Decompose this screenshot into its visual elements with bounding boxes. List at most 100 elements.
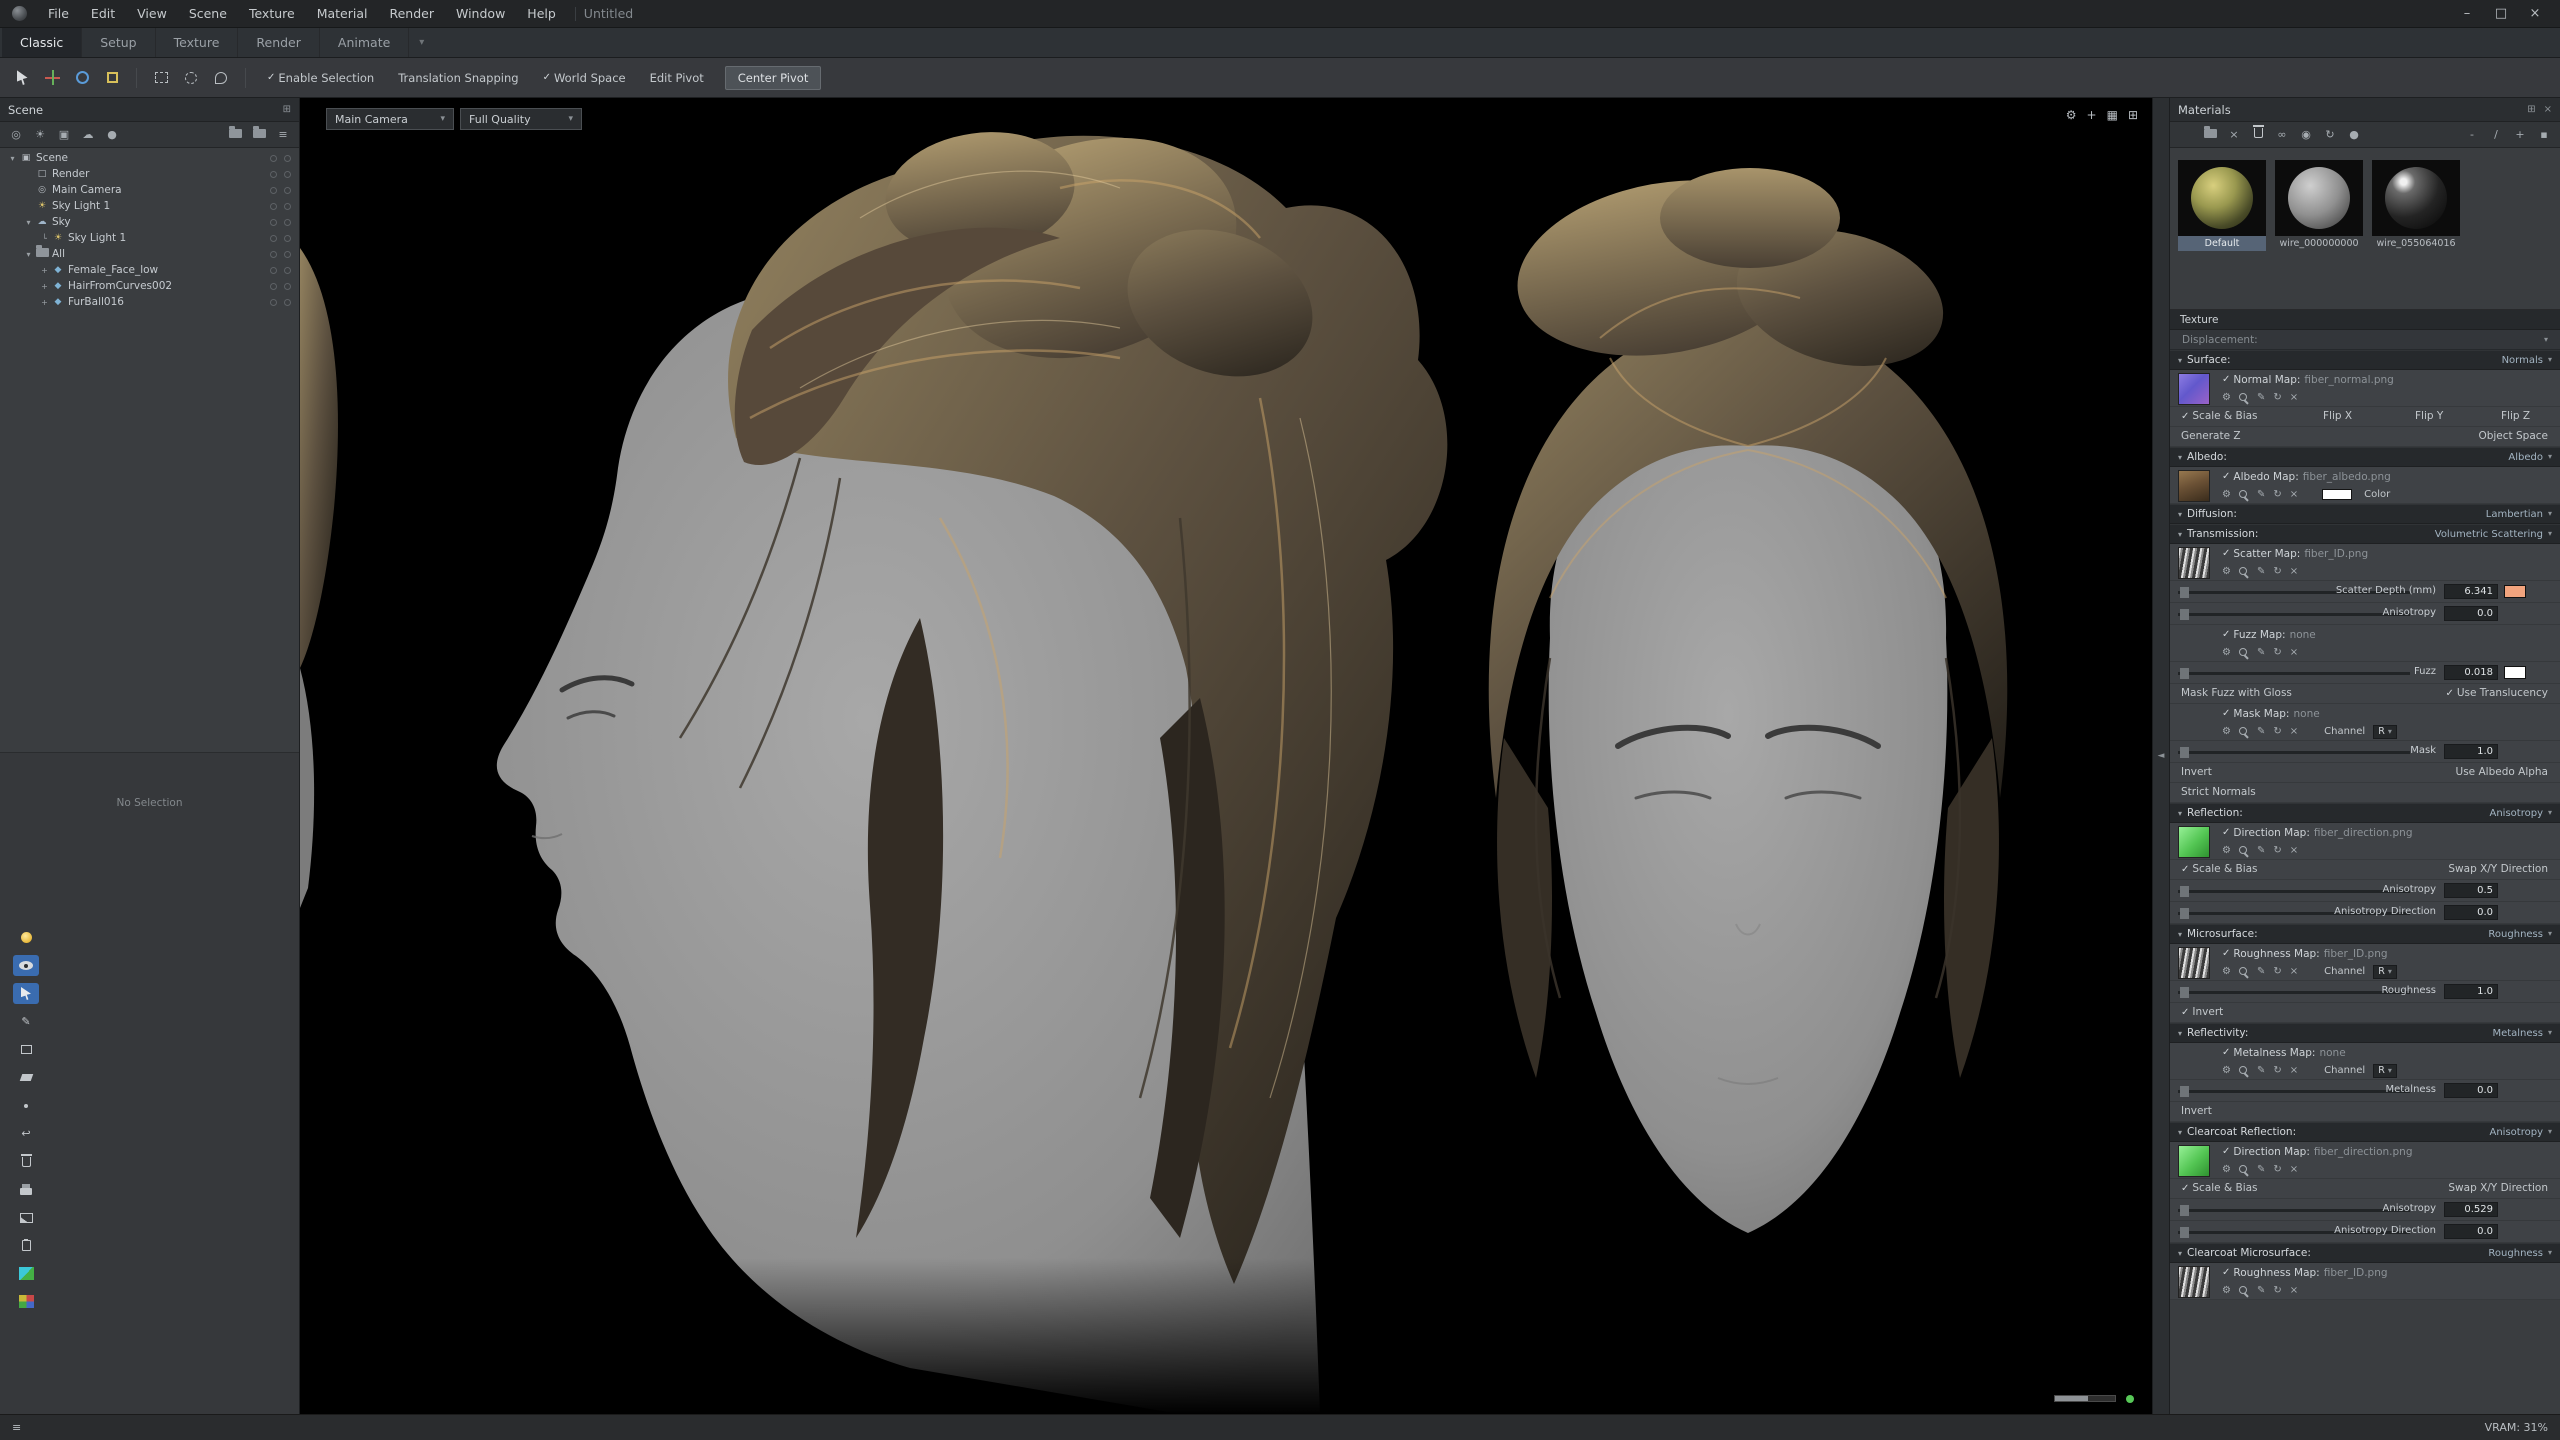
tab-classic[interactable]: Classic (2, 28, 82, 57)
panel-options-icon[interactable]: ⊞ (2527, 104, 2535, 115)
clear-icon[interactable]: × (2290, 648, 2298, 658)
clear-icon[interactable]: × (2290, 490, 2298, 500)
slider-handle[interactable] (2180, 908, 2189, 919)
gear-icon[interactable]: ⚙ (2222, 1286, 2231, 1296)
menu-material[interactable]: Material (306, 0, 379, 28)
material-wire-000000000[interactable]: wire_000000000 (2275, 160, 2363, 251)
viewport[interactable]: Main Camera ▾ Full Quality ▾ ⚙ + ▦ ⊞ (300, 98, 2152, 1414)
tree-item-hairfromcurves002[interactable]: + ◆ HairFromCurves002 (0, 278, 299, 294)
light-icon[interactable] (13, 927, 39, 948)
tree-item-render[interactable]: □ Render (0, 166, 299, 182)
clear-icon[interactable]: × (2290, 567, 2298, 577)
close-button[interactable]: × (2518, 0, 2552, 28)
eye-icon[interactable]: ◉ (2296, 128, 2316, 141)
pencil-icon[interactable]: ✎ (2257, 490, 2265, 500)
expander-icon[interactable]: ▾ (22, 250, 35, 259)
mode-dropdown[interactable]: Anisotropy (2490, 808, 2543, 819)
displacement-dropdown[interactable]: Displacement: ▾ (2170, 330, 2560, 350)
translation-snapping-toggle[interactable]: Translation Snapping (389, 71, 527, 85)
panel-close-icon[interactable]: × (2544, 104, 2552, 115)
viewport-settings-icon[interactable]: ⚙ (2066, 108, 2077, 122)
direction-map-thumbnail[interactable] (2178, 826, 2210, 858)
rectangle-tool-icon[interactable] (13, 1039, 39, 1060)
material-preview[interactable] (2275, 160, 2363, 236)
check-icon[interactable]: ✓ (2222, 1267, 2230, 1278)
value-field[interactable]: 0.5 (2444, 883, 2498, 898)
gear-icon[interactable]: ⚙ (2222, 393, 2231, 403)
surface-section-header[interactable]: ▾ Surface: Normals ▾ (2170, 350, 2560, 370)
clear-icon[interactable]: × (2290, 967, 2298, 977)
eraser-icon[interactable] (13, 1067, 39, 1088)
lock-toggle[interactable] (270, 203, 277, 210)
texture-section-header[interactable]: Texture (2170, 310, 2560, 330)
magnifier-icon[interactable] (2239, 393, 2249, 403)
gradient-swatch[interactable] (13, 1263, 39, 1284)
add-sky-icon[interactable]: ☁ (78, 128, 98, 141)
rect-select-icon[interactable] (149, 66, 173, 90)
magnifier-icon[interactable] (2239, 1286, 2249, 1296)
diffusion-section-header[interactable]: ▾ Diffusion: Lambertian ▾ (2170, 504, 2560, 524)
reload-icon[interactable]: ↻ (2273, 648, 2281, 658)
clear-icon[interactable]: × (2290, 1066, 2298, 1076)
slider-handle[interactable] (2180, 1227, 2189, 1238)
channel-select[interactable]: R▾ (2373, 965, 2397, 979)
clearcoat-reflection-section-header[interactable]: ▾ Clearcoat Reflection: Anisotropy ▾ (2170, 1122, 2560, 1142)
gear-icon[interactable]: ⚙ (2222, 648, 2231, 658)
value-field[interactable]: 1.0 (2444, 744, 2498, 759)
reflectivity-section-header[interactable]: ▾ Reflectivity: Metalness ▾ (2170, 1023, 2560, 1043)
roughness-slider[interactable]: Roughness 1.0 (2170, 981, 2560, 1003)
color-quad-swatch[interactable] (13, 1291, 39, 1312)
material-wire-055064016[interactable]: wire_055064016 (2372, 160, 2460, 251)
roughness-map-thumbnail[interactable] (2178, 1266, 2210, 1298)
direction-map-thumbnail[interactable] (2178, 1145, 2210, 1177)
pencil-icon[interactable]: ✎ (13, 1011, 39, 1032)
reload-icon[interactable]: ↻ (2273, 1286, 2281, 1296)
menu-file[interactable]: File (37, 0, 80, 28)
scatter-depth-slider[interactable]: Scatter Depth (mm) 6.341 (2170, 581, 2560, 603)
value-field[interactable]: 0.529 (2444, 1202, 2498, 1217)
tree-item-all[interactable]: ▾ All (0, 246, 299, 262)
menu-view[interactable]: View (126, 0, 178, 28)
lock-toggle[interactable] (270, 267, 277, 274)
tab-setup[interactable]: Setup (82, 28, 155, 57)
visibility-toggle[interactable] (284, 251, 291, 258)
scatter-color-swatch[interactable] (2504, 585, 2526, 598)
slider-handle[interactable] (2180, 1205, 2189, 1216)
expander-icon[interactable]: + (38, 298, 51, 307)
scale-bias-toggle[interactable]: ✓Scale & Bias (2181, 1182, 2258, 1194)
invert-toggle[interactable]: Invert (2181, 1105, 2212, 1117)
pencil-icon[interactable]: ✎ (2257, 1066, 2265, 1076)
object-space-toggle[interactable]: Object Space (2478, 430, 2548, 442)
expand-icon[interactable]: ⊞ (2128, 108, 2138, 122)
expander-icon[interactable]: + (38, 266, 51, 275)
strict-normals-toggle[interactable]: Strict Normals (2181, 786, 2256, 798)
gear-icon[interactable]: ⚙ (2222, 567, 2231, 577)
magnifier-icon[interactable] (2239, 967, 2249, 977)
mask-fuzz-toggle[interactable]: Mask Fuzz with Gloss (2181, 687, 2292, 699)
slider-handle[interactable] (2180, 747, 2189, 758)
lock-toggle[interactable] (270, 235, 277, 242)
slider-track[interactable] (2178, 1090, 2410, 1093)
cursor-tool-icon[interactable] (13, 983, 39, 1004)
generate-z-toggle[interactable]: Generate Z (2181, 430, 2241, 442)
tree-item-female-face-low[interactable]: + ◆ Female_Face_low (0, 262, 299, 278)
slider-track[interactable] (2178, 890, 2410, 893)
rotate-tool-icon[interactable] (70, 66, 94, 90)
slider-track[interactable] (2178, 672, 2410, 675)
value-field[interactable]: 0.018 (2444, 665, 2498, 680)
slider-handle[interactable] (2180, 609, 2189, 620)
magnifier-icon[interactable] (2239, 648, 2249, 658)
tab-render[interactable]: Render (238, 28, 320, 57)
slider-handle[interactable] (2180, 987, 2189, 998)
expander-icon[interactable]: ▾ (6, 154, 19, 163)
menu-window[interactable]: Window (445, 0, 516, 28)
scale-bias-toggle[interactable]: ✓Scale & Bias (2181, 863, 2258, 875)
slider-handle[interactable] (2180, 886, 2189, 897)
library-options-icon[interactable]: ▪ (2534, 128, 2554, 141)
slider-track[interactable] (2178, 751, 2410, 754)
expander-icon[interactable]: + (38, 282, 51, 291)
dot-tool-icon[interactable] (13, 1095, 39, 1116)
lasso-select-icon[interactable] (209, 66, 233, 90)
magnifier-icon[interactable] (2239, 846, 2249, 856)
visibility-toggle[interactable] (284, 283, 291, 290)
